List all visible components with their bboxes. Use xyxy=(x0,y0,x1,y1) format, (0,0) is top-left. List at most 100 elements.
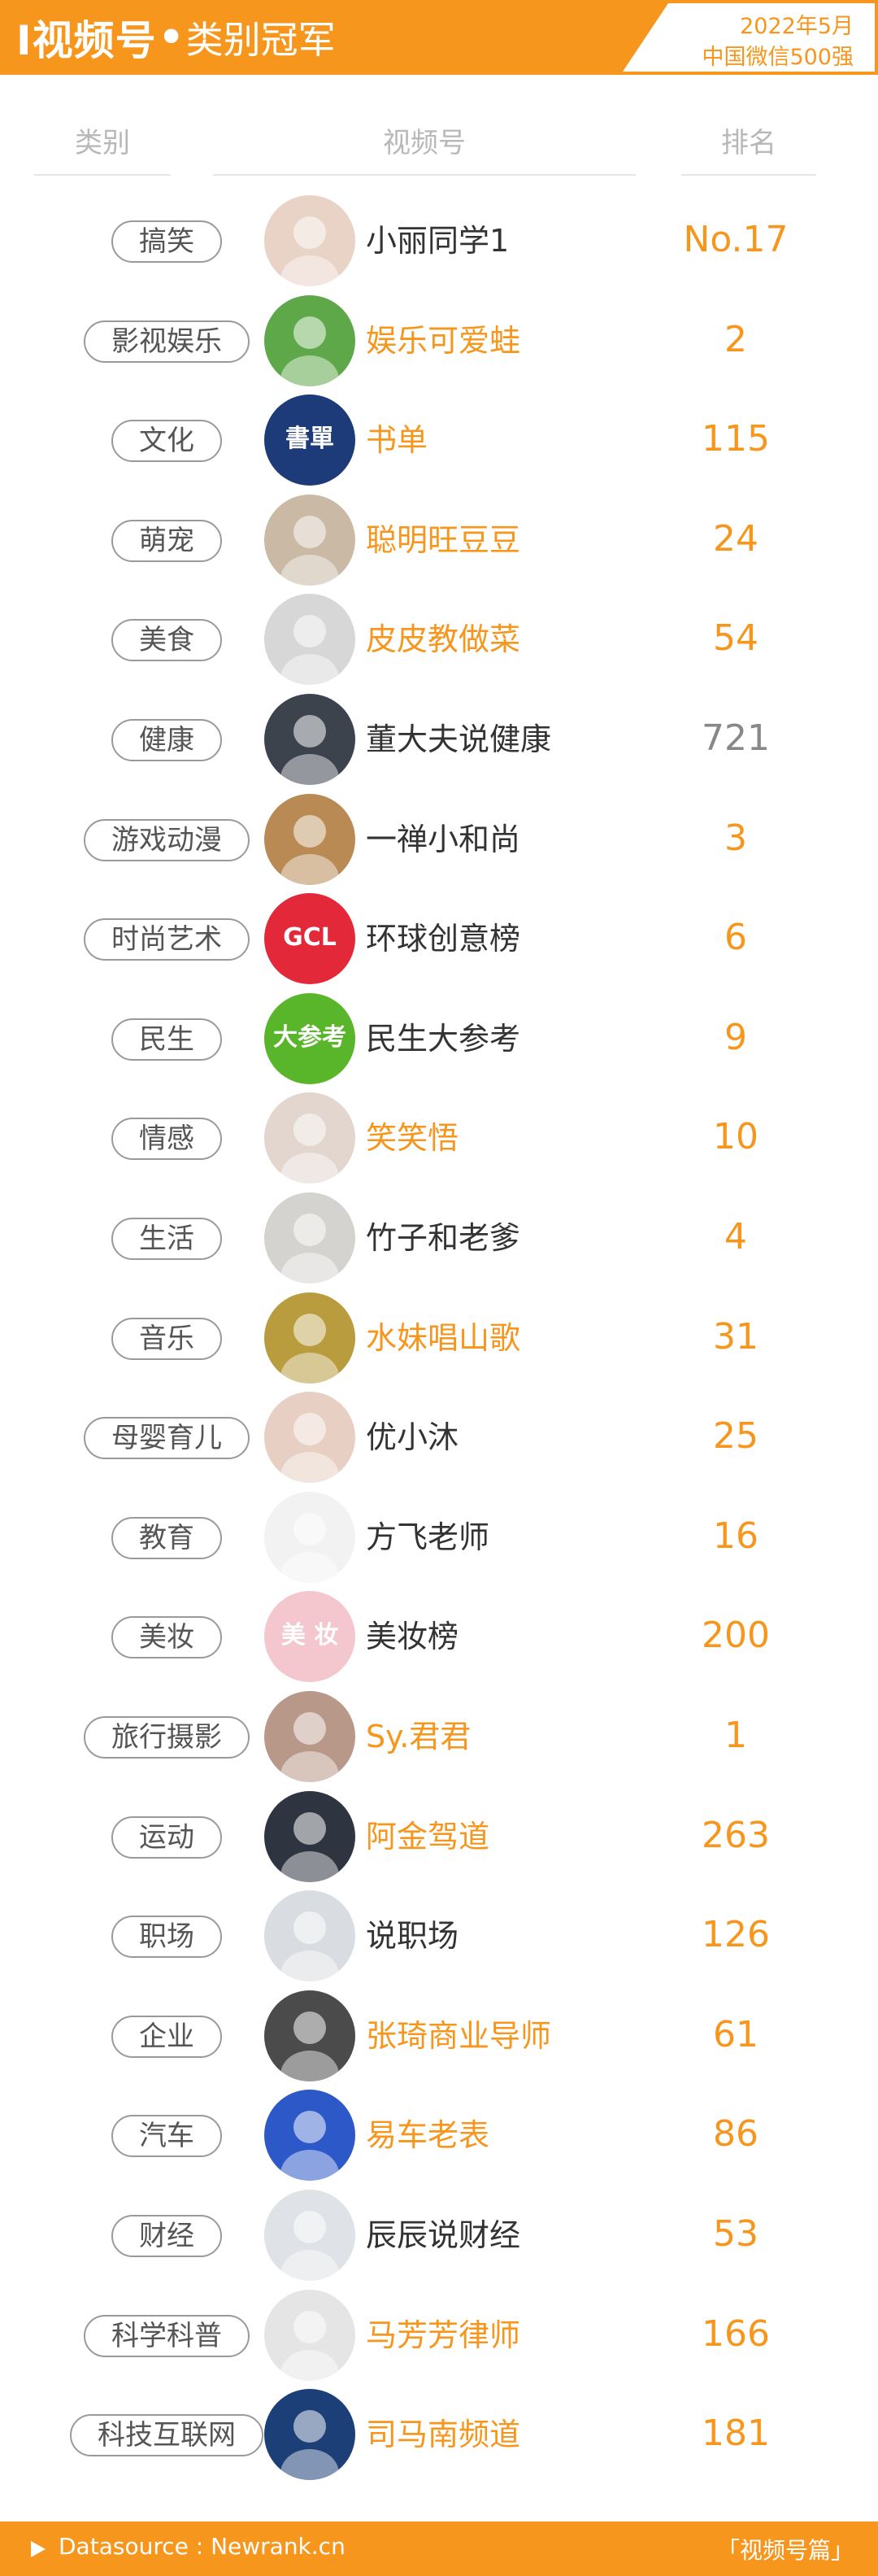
table-row[interactable]: 游戏动漫 一禅小和尚 3 xyxy=(0,789,878,889)
channel-name[interactable]: 优小沐 xyxy=(366,1418,459,1457)
table-row[interactable]: 影视娱乐 娱乐可爱蛙 2 xyxy=(0,290,878,390)
header-banner: I视频号 • 类别冠军 2022年5月 中国微信500强 xyxy=(0,0,878,75)
portrait-icon[interactable] xyxy=(264,2190,355,2281)
table-row[interactable]: 文化 書單 书单 115 xyxy=(0,390,878,490)
table-row[interactable]: 财经 辰辰说财经 53 xyxy=(0,2185,878,2285)
channel-name[interactable]: 民生大参考 xyxy=(366,1019,520,1058)
channel-name[interactable]: 环球创意榜 xyxy=(366,919,520,958)
rank-value: 181 xyxy=(702,2413,770,2454)
channel-name[interactable]: 小丽同学1 xyxy=(366,221,509,260)
portrait-icon[interactable] xyxy=(264,1292,355,1384)
channel-name[interactable]: 阿金驾道 xyxy=(366,1817,489,1856)
portrait-icon[interactable] xyxy=(264,2090,355,2181)
page-title: I视频号 • 类别冠军 xyxy=(16,11,336,64)
channel-name[interactable]: 笑笑悟 xyxy=(366,1118,459,1157)
channel-name[interactable]: 方飞老师 xyxy=(366,1518,489,1557)
portrait-icon[interactable] xyxy=(264,1092,355,1183)
portrait-icon[interactable] xyxy=(264,1192,355,1284)
portrait-icon[interactable] xyxy=(264,594,355,685)
table-row[interactable]: 民生 大参考 民生大参考 9 xyxy=(0,988,878,1088)
table-row[interactable]: 健康 董大夫说健康 721 xyxy=(0,689,878,789)
channel-name[interactable]: 水妹唱山歌 xyxy=(366,1319,520,1358)
table-row[interactable]: 企业 张琦商业导师 61 xyxy=(0,1985,878,2086)
channel-name[interactable]: 书单 xyxy=(366,421,428,460)
table-row[interactable]: 音乐 水妹唱山歌 31 xyxy=(0,1288,878,1388)
category-pill: 时尚艺术 xyxy=(84,918,250,961)
channel-name[interactable]: 辰辰说财经 xyxy=(366,2216,520,2255)
footer-bar: Datasource : Newrank.cn 「视频号篇」 xyxy=(0,2522,878,2576)
channel-name[interactable]: 易车老表 xyxy=(366,2116,489,2155)
title-sub: 类别冠军 xyxy=(185,18,336,62)
rank-value: 86 xyxy=(713,2113,758,2155)
date-badge: 2022年5月 中国微信500强 xyxy=(619,0,878,75)
table-row[interactable]: 运动 阿金驾道 263 xyxy=(0,1786,878,1886)
channel-name[interactable]: 张琦商业导师 xyxy=(366,2016,551,2055)
channel-name[interactable]: 美妆榜 xyxy=(366,1617,459,1656)
table-row[interactable]: 时尚艺术 GCL 环球创意榜 6 xyxy=(0,888,878,988)
column-header-category: 类别 xyxy=(75,127,130,159)
table-row[interactable]: 汽车 易车老表 86 xyxy=(0,2085,878,2185)
category-pill: 旅行摄影 xyxy=(84,1716,250,1759)
table-row[interactable]: 生活 竹子和老爹 4 xyxy=(0,1188,878,1288)
table-row[interactable]: 职场 说职场 126 xyxy=(0,1885,878,1985)
title-dot: • xyxy=(158,14,185,61)
channel-name[interactable]: 聪明旺豆豆 xyxy=(366,521,520,560)
heart-logo-icon[interactable]: GCL xyxy=(264,893,355,984)
table-row[interactable]: 科技互联网 司马南频道 181 xyxy=(0,2384,878,2484)
portrait-icon[interactable] xyxy=(264,1890,355,1981)
table-row[interactable]: 科学科普 马芳芳律师 166 xyxy=(0,2285,878,2385)
category-pill: 职场 xyxy=(111,1916,222,1958)
table-row[interactable]: 旅行摄影 Sy.君君 1 xyxy=(0,1686,878,1786)
channel-name[interactable]: Sy.君君 xyxy=(366,1717,471,1756)
channel-name[interactable]: 皮皮教做菜 xyxy=(366,620,520,659)
rank-value: 3 xyxy=(724,817,747,859)
channel-name[interactable]: 娱乐可爱蛙 xyxy=(366,321,520,360)
book-logo-icon[interactable]: 書單 xyxy=(264,394,355,486)
sketch-figure-icon[interactable] xyxy=(264,1492,355,1583)
rank-value: 721 xyxy=(702,717,770,759)
channel-name[interactable]: 马芳芳律师 xyxy=(366,2316,520,2355)
rank-value: 2 xyxy=(724,319,747,360)
rank-value: 10 xyxy=(713,1116,758,1157)
category-pill: 美妆 xyxy=(111,1616,222,1658)
rank-value: 6 xyxy=(724,917,747,958)
column-header-rank: 排名 xyxy=(721,127,776,159)
rank-value: 25 xyxy=(713,1415,758,1457)
category-pill: 情感 xyxy=(111,1118,222,1160)
category-pill: 美食 xyxy=(111,619,222,661)
column-header-channel: 视频号 xyxy=(383,127,466,159)
channel-name[interactable]: 一禅小和尚 xyxy=(366,820,520,859)
rank-value: 263 xyxy=(702,1815,770,1856)
rank-value: 9 xyxy=(724,1017,747,1058)
rank-value: 53 xyxy=(713,2213,758,2255)
channel-name[interactable]: 董大夫说健康 xyxy=(366,720,551,759)
channel-name[interactable]: 说职场 xyxy=(366,1916,459,1955)
table-row[interactable]: 美食 皮皮教做菜 54 xyxy=(0,589,878,689)
footer-tag: 「视频号篇」 xyxy=(716,2537,854,2564)
monk-cartoon-icon[interactable] xyxy=(264,794,355,885)
portrait-icon[interactable] xyxy=(264,2389,355,2480)
portrait-icon[interactable] xyxy=(264,2290,355,2381)
category-pill: 科技互联网 xyxy=(70,2414,263,2456)
table-row[interactable]: 教育 方飞老师 16 xyxy=(0,1487,878,1587)
table-row[interactable]: 美妆 美 妆美妆榜 200 xyxy=(0,1586,878,1686)
portrait-icon[interactable] xyxy=(264,1791,355,1882)
channel-name[interactable]: 竹子和老爹 xyxy=(366,1218,520,1257)
baby-icon[interactable] xyxy=(264,1392,355,1483)
landscape-icon[interactable] xyxy=(264,1691,355,1782)
channel-name[interactable]: 司马南频道 xyxy=(366,2415,520,2454)
badge-date: 2022年5月 xyxy=(740,14,854,39)
avatar-logo-text: 書單 xyxy=(285,425,334,453)
portrait-icon[interactable] xyxy=(264,195,355,286)
frog-icon[interactable] xyxy=(264,295,355,386)
text-logo-icon[interactable]: 大参考 xyxy=(264,993,355,1084)
portrait-icon[interactable] xyxy=(264,1990,355,2081)
doctor-icon[interactable] xyxy=(264,694,355,785)
table-row[interactable]: 萌宠 聪明旺豆豆 24 xyxy=(0,490,878,590)
table-row[interactable]: 情感 笑笑悟 10 xyxy=(0,1087,878,1188)
table-row[interactable]: 搞笑 小丽同学1 No.17 xyxy=(0,190,878,290)
dog-icon[interactable] xyxy=(264,495,355,586)
rank-value: 31 xyxy=(713,1316,758,1358)
table-row[interactable]: 母婴育儿 优小沐 25 xyxy=(0,1387,878,1487)
text-logo-icon[interactable]: 美 妆 xyxy=(264,1591,355,1682)
